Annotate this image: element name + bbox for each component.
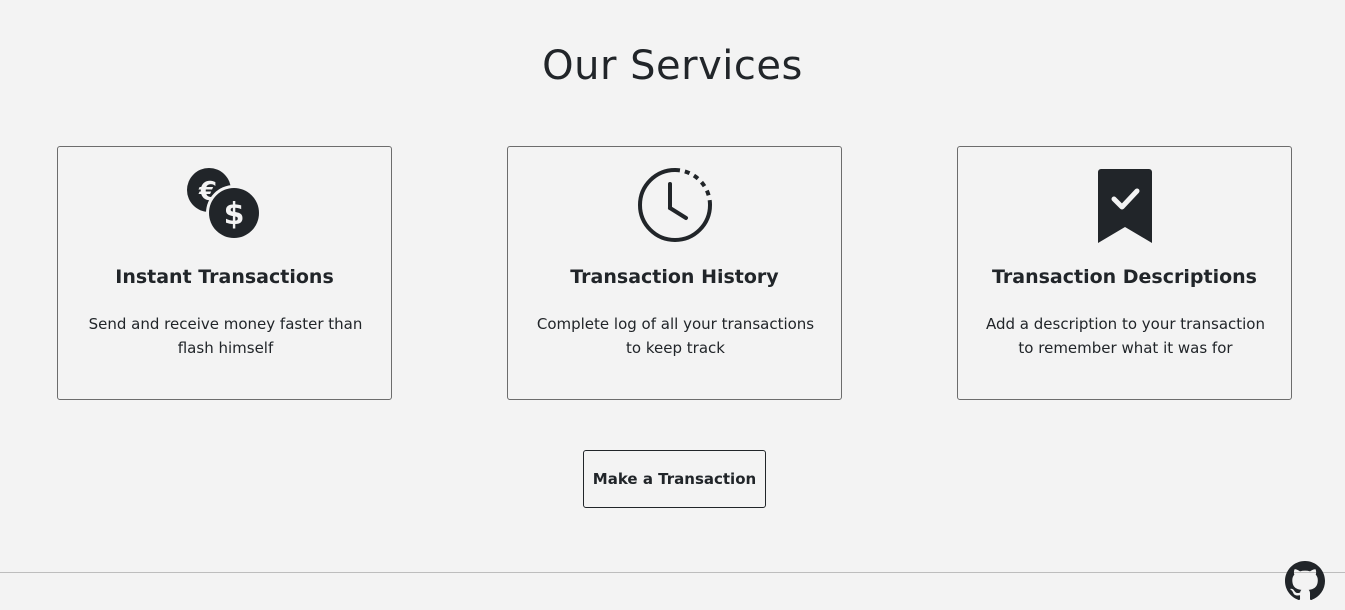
make-transaction-button[interactable]: Make a Transaction xyxy=(583,450,766,508)
footer-divider xyxy=(0,572,1345,573)
services-page: Our Services € $ Instant Transactions Se… xyxy=(0,0,1345,610)
github-icon[interactable] xyxy=(1285,561,1325,601)
section-title: Our Services xyxy=(542,43,803,89)
card-description: Add a description to your transaction to… xyxy=(986,315,1265,357)
service-card-transaction-descriptions: Transaction Descriptions Add a descripti… xyxy=(957,146,1292,400)
card-title: Transaction Descriptions xyxy=(992,266,1257,288)
bookmark-check-icon xyxy=(958,167,1291,243)
card-title: Instant Transactions xyxy=(115,266,334,288)
card-description: Send and receive money faster than flash… xyxy=(88,315,363,357)
currency-coins-icon: € $ xyxy=(58,167,391,243)
card-title: Transaction History xyxy=(570,266,779,288)
svg-text:$: $ xyxy=(223,197,244,232)
service-card-transaction-history: Transaction History Complete log of all … xyxy=(507,146,842,400)
service-card-instant-transactions: € $ Instant Transactions Send and receiv… xyxy=(57,146,392,400)
card-description: Complete log of all your transactions to… xyxy=(536,315,815,357)
clock-history-icon xyxy=(508,167,841,243)
